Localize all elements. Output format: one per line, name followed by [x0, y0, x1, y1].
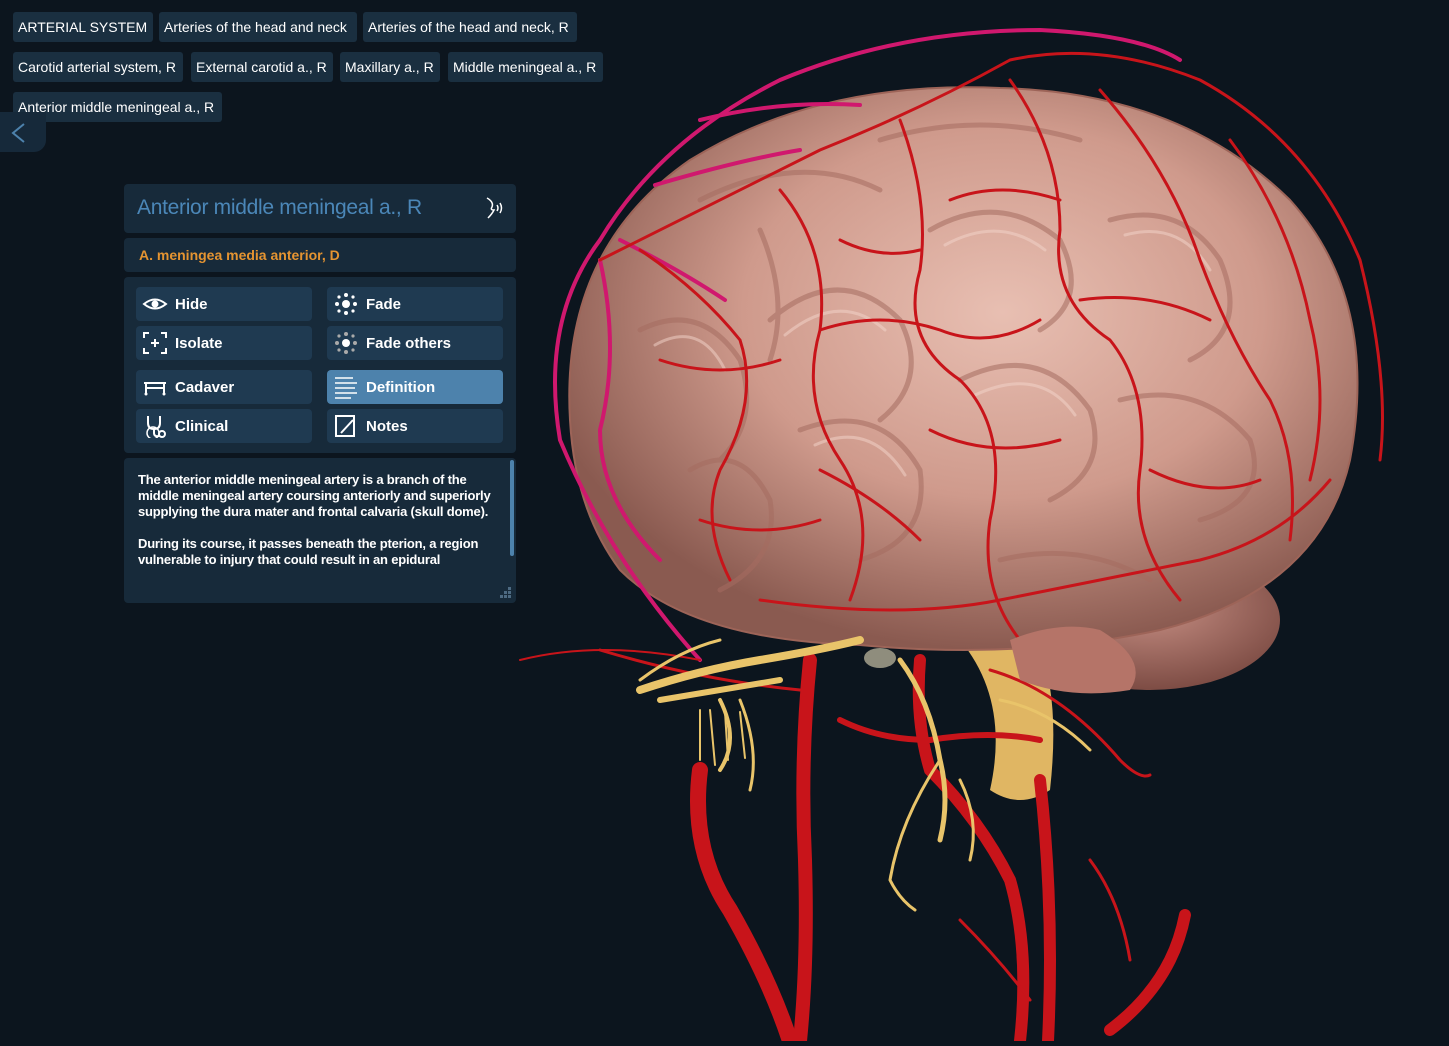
isolate-icon — [143, 332, 167, 354]
latin-name-row: A. meningea media anterior, D — [124, 238, 516, 272]
clinical-label: Clinical — [175, 418, 229, 435]
definition-button[interactable]: Definition — [327, 370, 503, 404]
stethoscope-icon — [146, 416, 166, 438]
chevron-left-icon — [11, 123, 25, 143]
cadaver-table-icon — [144, 382, 166, 396]
breadcrumb-item-external-carotid[interactable]: External carotid a., R — [191, 52, 333, 82]
definition-scrollbar[interactable] — [510, 460, 514, 556]
eye-icon — [142, 298, 168, 310]
breadcrumb-item-arterial-system[interactable]: ARTERIAL SYSTEM — [13, 12, 153, 42]
definition-text: The anterior middle meningeal artery is … — [138, 472, 502, 582]
back-button[interactable] — [0, 112, 46, 152]
cadaver-button[interactable]: Cadaver — [136, 370, 312, 404]
speaker-icon[interactable] — [484, 196, 506, 220]
fade-button[interactable]: Fade — [327, 287, 503, 321]
fade-others-icon — [335, 332, 357, 354]
resize-grip-icon[interactable] — [498, 585, 514, 601]
notes-icon — [335, 415, 355, 437]
fade-others-label: Fade others — [366, 335, 452, 352]
fade-label: Fade — [366, 296, 402, 313]
structure-title: Anterior middle meningeal a., R — [137, 196, 422, 219]
breadcrumb-item-carotid-system[interactable]: Carotid arterial system, R — [13, 52, 183, 82]
breadcrumb-item-arteries-head-neck-r[interactable]: Arteries of the head and neck, R — [363, 12, 577, 42]
fade-others-button[interactable]: Fade others — [327, 326, 503, 360]
notes-button[interactable]: Notes — [327, 409, 503, 443]
breadcrumb-item-middle-meningeal[interactable]: Middle meningeal a., R — [448, 52, 603, 82]
isolate-label: Isolate — [175, 335, 223, 352]
breadcrumb-item-maxillary[interactable]: Maxillary a., R — [340, 52, 440, 82]
definition-paragraph: During its course, it passes beneath the… — [138, 536, 479, 567]
cadaver-label: Cadaver — [175, 379, 235, 396]
latin-name: A. meningea media anterior, D — [139, 247, 340, 263]
hide-label: Hide — [175, 296, 208, 313]
breadcrumb-item-arteries-head-neck[interactable]: Arteries of the head and neck — [159, 12, 357, 42]
hide-button[interactable]: Hide — [136, 287, 312, 321]
isolate-button[interactable]: Isolate — [136, 326, 312, 360]
structure-title-bar: Anterior middle meningeal a., R — [124, 184, 516, 233]
notes-label: Notes — [366, 418, 408, 435]
definition-label: Definition — [366, 379, 436, 396]
action-grid: Hide Fade Isolate Fade others Cadaver De… — [124, 277, 516, 453]
fade-icon — [335, 293, 357, 315]
definition-lines-icon — [335, 377, 357, 399]
definition-paragraph: The anterior middle meningeal artery is … — [138, 472, 491, 519]
clinical-button[interactable]: Clinical — [136, 409, 312, 443]
definition-panel[interactable]: The anterior middle meningeal artery is … — [124, 458, 516, 603]
